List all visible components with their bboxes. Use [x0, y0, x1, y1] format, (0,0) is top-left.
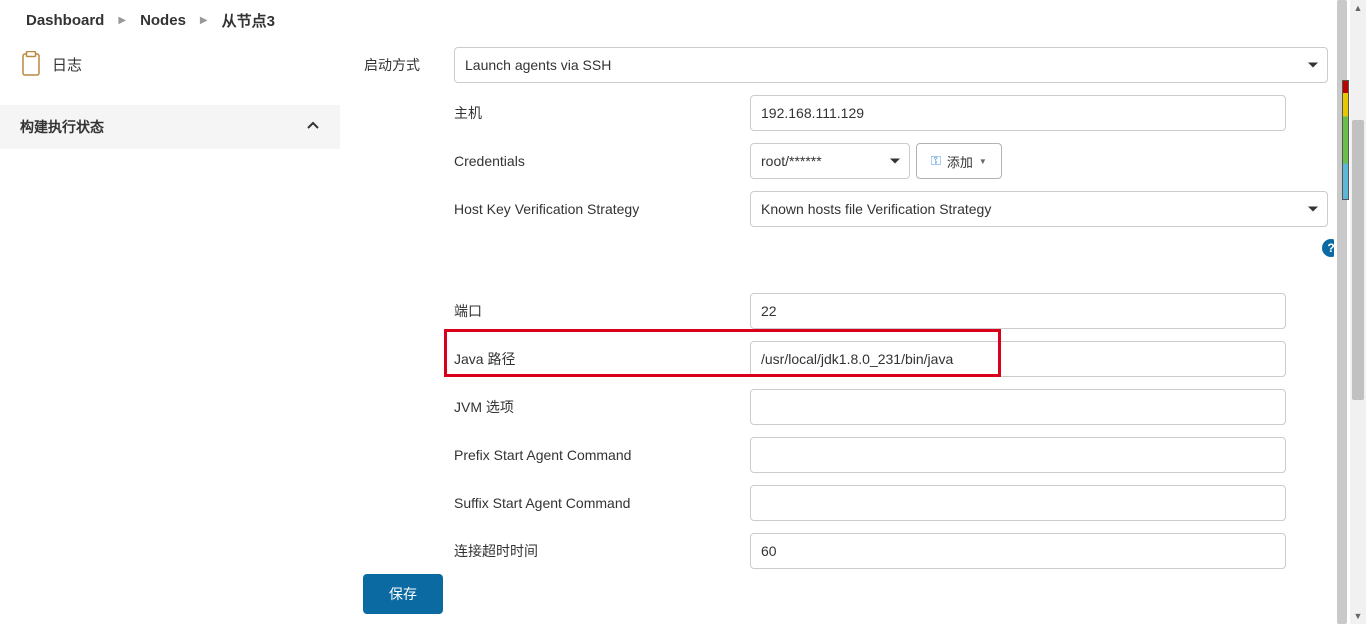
sidebar-item-label: 日志	[52, 54, 82, 75]
timeout-input[interactable]	[750, 533, 1286, 569]
java-path-label: Java 路径	[454, 349, 750, 369]
extra-help-row: ?	[454, 239, 1366, 257]
prefix-cmd-label: Prefix Start Agent Command	[454, 447, 750, 463]
launch-method-select[interactable]: Launch agents via SSH	[454, 47, 1328, 83]
clipboard-icon	[20, 51, 42, 77]
chevron-right-icon: ▶	[118, 15, 126, 26]
save-bar: 保存	[363, 574, 443, 614]
launch-method-label: 启动方式	[364, 55, 454, 75]
sidebar: 日志 构建执行状态	[0, 41, 340, 625]
sidebar-item-log[interactable]: 日志	[0, 41, 340, 87]
suffix-cmd-label: Suffix Start Agent Command	[454, 495, 750, 511]
outer-scrollbar[interactable]: ▲ ▼	[1350, 0, 1366, 624]
suffix-cmd-row: Suffix Start Agent Command ?	[454, 485, 1366, 521]
host-label: 主机	[454, 103, 750, 123]
java-path-input[interactable]	[750, 341, 1286, 377]
suffix-cmd-input[interactable]	[750, 485, 1286, 521]
add-button-label: 添加	[947, 152, 973, 171]
jvm-options-row: JVM 选项 ?	[454, 389, 1366, 425]
scrollbar-thumb[interactable]	[1352, 120, 1364, 400]
breadcrumb-nodes[interactable]: Nodes	[140, 12, 186, 29]
key-icon: ⚿	[931, 153, 941, 169]
host-key-row: Host Key Verification Strategy Known hos…	[454, 191, 1366, 227]
content-area: 启动方式 Launch agents via SSH ? 主机 ? Creden…	[340, 41, 1366, 625]
breadcrumb-dashboard[interactable]: Dashboard	[26, 12, 104, 29]
jvm-options-label: JVM 选项	[454, 397, 750, 417]
scroll-down-arrow-icon[interactable]: ▼	[1350, 608, 1366, 624]
sidebar-section-label: 构建执行状态	[20, 117, 104, 137]
timeout-label: 连接超时时间	[454, 541, 750, 561]
jvm-options-input[interactable]	[750, 389, 1286, 425]
host-key-label: Host Key Verification Strategy	[454, 201, 750, 217]
chevron-up-icon	[306, 119, 320, 136]
host-key-select[interactable]: Known hosts file Verification Strategy	[750, 191, 1328, 227]
sidebar-section-build-status[interactable]: 构建执行状态	[0, 105, 340, 149]
port-input[interactable]	[750, 293, 1286, 329]
prefix-cmd-input[interactable]	[750, 437, 1286, 473]
add-credentials-button[interactable]: ⚿ 添加 ▼	[916, 143, 1002, 179]
java-path-row: Java 路径 ?	[454, 341, 1366, 377]
scroll-up-arrow-icon[interactable]: ▲	[1350, 0, 1366, 16]
launch-method-row: 启动方式 Launch agents via SSH ?	[364, 47, 1366, 83]
timeout-row: 连接超时时间 ?	[454, 533, 1366, 569]
prefix-cmd-row: Prefix Start Agent Command ?	[454, 437, 1366, 473]
breadcrumb-node[interactable]: 从节点3	[222, 10, 275, 31]
credentials-label: Credentials	[454, 153, 750, 169]
port-row: 端口 ?	[454, 293, 1366, 329]
credentials-select[interactable]: root/******	[750, 143, 910, 179]
caret-down-icon: ▼	[979, 157, 987, 166]
credentials-row: Credentials root/****** ⚿ 添加 ▼ ?	[454, 143, 1366, 179]
host-row: 主机 ?	[454, 95, 1366, 131]
chevron-right-icon: ▶	[200, 15, 208, 26]
breadcrumb: Dashboard ▶ Nodes ▶ 从节点3	[0, 0, 1366, 41]
host-input[interactable]	[750, 95, 1286, 131]
save-button[interactable]: 保存	[363, 574, 443, 614]
port-label: 端口	[454, 301, 750, 321]
minimap-indicator	[1342, 80, 1349, 200]
